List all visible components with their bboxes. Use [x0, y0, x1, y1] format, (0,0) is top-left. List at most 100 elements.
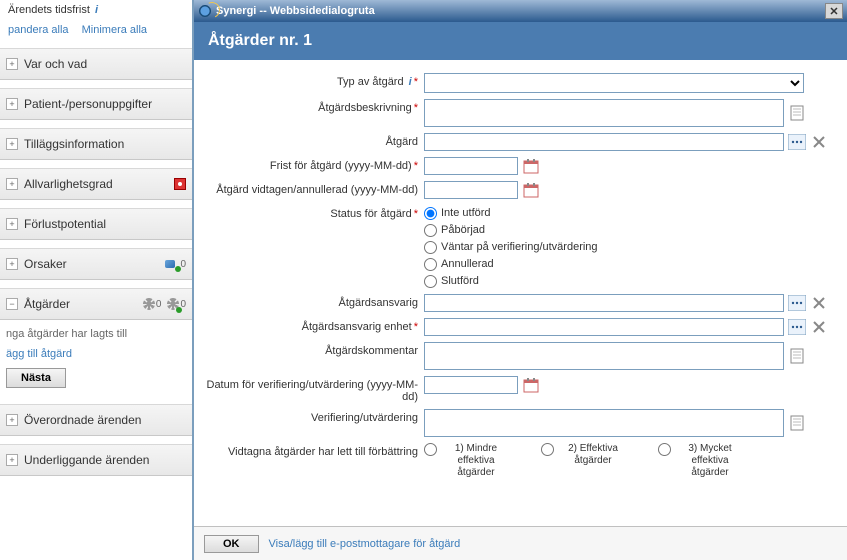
lookup-icon[interactable] [788, 133, 806, 151]
orsaker-icon [165, 258, 179, 270]
status-opt: Väntar på verifiering/utvärdering [441, 241, 598, 253]
section-label: Åtgärder [24, 297, 139, 311]
status-radio-0[interactable] [424, 207, 437, 220]
section-allvarlighet[interactable]: + Allvarlighetsgrad [0, 168, 192, 200]
info-icon[interactable]: i [409, 76, 412, 88]
lookup-icon[interactable] [788, 294, 806, 312]
section-label: Underliggande ärenden [24, 453, 186, 467]
window-title: Synergi -- Webbsidedialogruta [216, 5, 825, 17]
rate-radio-0[interactable] [424, 443, 437, 456]
section-patient[interactable]: + Patient-/personuppgifter [0, 88, 192, 120]
section-label: Allvarlighetsgrad [24, 177, 170, 191]
calendar-icon[interactable] [522, 376, 540, 394]
status-radio-3[interactable] [424, 258, 437, 271]
label-verify: Verifiering/utvärdering [311, 412, 418, 424]
left-panel: Ärendets tidsfrist i pandera alla Minime… [0, 0, 192, 560]
label-type: Typ av åtgärd [337, 76, 404, 88]
row-donedate: Åtgärd vidtagen/annullerad (yyyy-MM-dd) [194, 178, 837, 202]
required-mark: * [414, 102, 418, 114]
rate-radio-1[interactable] [541, 443, 554, 456]
severity-icon [174, 178, 186, 190]
respunit-input[interactable] [424, 318, 784, 336]
comment-textarea[interactable] [424, 342, 784, 370]
row-respunit: Åtgärdsansvarig enhet* [194, 315, 837, 339]
dialog-header: Åtgärder nr. 1 [194, 22, 847, 60]
status-radio-2[interactable] [424, 241, 437, 254]
status-opt: Annullerad [441, 258, 494, 270]
label-desc: Åtgärdsbeskrivning [318, 102, 412, 114]
calendar-icon[interactable] [522, 181, 540, 199]
status-opt: Påbörjad [441, 224, 485, 236]
status-radio-4[interactable] [424, 275, 437, 288]
ok-button[interactable]: OK [204, 535, 259, 553]
verify-textarea[interactable] [424, 409, 784, 437]
label-status: Status för åtgärd [330, 208, 411, 220]
section-var-och-vad[interactable]: + Var och vad [0, 48, 192, 80]
row-comment: Åtgärdskommentar [194, 339, 837, 373]
next-button[interactable]: Nästa [6, 368, 66, 388]
collapse-icon: − [6, 298, 18, 310]
collapse-all-link[interactable]: Minimera alla [82, 24, 147, 36]
note-icon[interactable] [788, 347, 806, 365]
expand-icon: + [6, 58, 18, 70]
expand-icon: + [6, 218, 18, 230]
lookup-icon[interactable] [788, 318, 806, 336]
section-label: Tilläggsinformation [24, 137, 186, 151]
note-icon[interactable] [788, 414, 806, 432]
status-opt: Inte utförd [441, 207, 491, 219]
deadline-label: Ärendets tidsfrist [8, 4, 90, 16]
section-forlust[interactable]: + Förlustpotential [0, 208, 192, 240]
close-button[interactable]: ✕ [825, 3, 843, 19]
deadline-input[interactable] [424, 157, 518, 175]
no-actions-text: nga åtgärder har lagts till [0, 320, 192, 348]
row-responsible: Åtgärdsansvarig [194, 291, 837, 315]
row-verifydate: Datum för verifiering/utvärdering (yyyy-… [194, 373, 837, 406]
gear-icon [143, 298, 155, 310]
section-label: Överordnade ärenden [24, 413, 186, 427]
required-mark: * [414, 208, 418, 220]
delete-icon[interactable] [810, 294, 828, 312]
label-deadline: Frist för åtgärd (yyyy-MM-dd) [270, 160, 412, 172]
section-overordnade[interactable]: + Överordnade ärenden [0, 404, 192, 436]
delete-icon[interactable] [810, 318, 828, 336]
section-atgarder[interactable]: − Åtgärder 0 0 [0, 288, 192, 320]
info-icon[interactable]: i [95, 4, 98, 16]
required-mark: * [414, 321, 418, 333]
label-comment: Åtgärdskommentar [325, 345, 418, 357]
rate-radio-2[interactable] [658, 443, 671, 456]
action-input[interactable] [424, 133, 784, 151]
row-type: Typ av åtgärd i* [194, 70, 837, 96]
delete-icon[interactable] [810, 133, 828, 151]
title-bar: Synergi -- Webbsidedialogruta ✕ [194, 0, 847, 22]
section-tillaggs[interactable]: + Tilläggsinformation [0, 128, 192, 160]
label-improvement: Vidtagna åtgärder har lett till förbättr… [228, 446, 418, 458]
type-select[interactable] [424, 73, 804, 93]
email-recipients-link[interactable]: Visa/lägg till e-postmottagare för åtgär… [269, 538, 461, 550]
expand-all-link[interactable]: pandera alla [8, 24, 69, 36]
required-mark: * [414, 160, 418, 172]
row-deadline: Frist för åtgärd (yyyy-MM-dd)* [194, 154, 837, 178]
atgarder-count1: 0 [156, 299, 162, 310]
expand-icon: + [6, 98, 18, 110]
expand-icon: + [6, 454, 18, 466]
add-action-link[interactable]: ägg till åtgärd [0, 348, 192, 360]
form-area: Typ av åtgärd i* Åtgärdsbeskrivning* Åtg… [194, 60, 847, 530]
label-respunit: Åtgärdsansvarig enhet [302, 321, 412, 333]
verifydate-input[interactable] [424, 376, 518, 394]
donedate-input[interactable] [424, 181, 518, 199]
section-underliggande[interactable]: + Underliggande ärenden [0, 444, 192, 476]
expand-icon: + [6, 138, 18, 150]
note-icon[interactable] [788, 104, 806, 122]
desc-textarea[interactable] [424, 99, 784, 127]
responsible-input[interactable] [424, 294, 784, 312]
status-radio-1[interactable] [424, 224, 437, 237]
orsaker-count: 0 [180, 259, 186, 270]
label-verifydate: Datum för verifiering/utvärdering (yyyy-… [207, 379, 419, 403]
calendar-icon[interactable] [522, 157, 540, 175]
section-label: Förlustpotential [24, 217, 186, 231]
section-orsaker[interactable]: + Orsaker 0 [0, 248, 192, 280]
row-desc: Åtgärdsbeskrivning* [194, 96, 837, 130]
status-opt: Slutförd [441, 275, 479, 287]
dialog-window: Synergi -- Webbsidedialogruta ✕ Åtgärder… [192, 0, 847, 560]
status-radio-group: Inte utförd Påbörjad Väntar på verifieri… [424, 205, 598, 288]
